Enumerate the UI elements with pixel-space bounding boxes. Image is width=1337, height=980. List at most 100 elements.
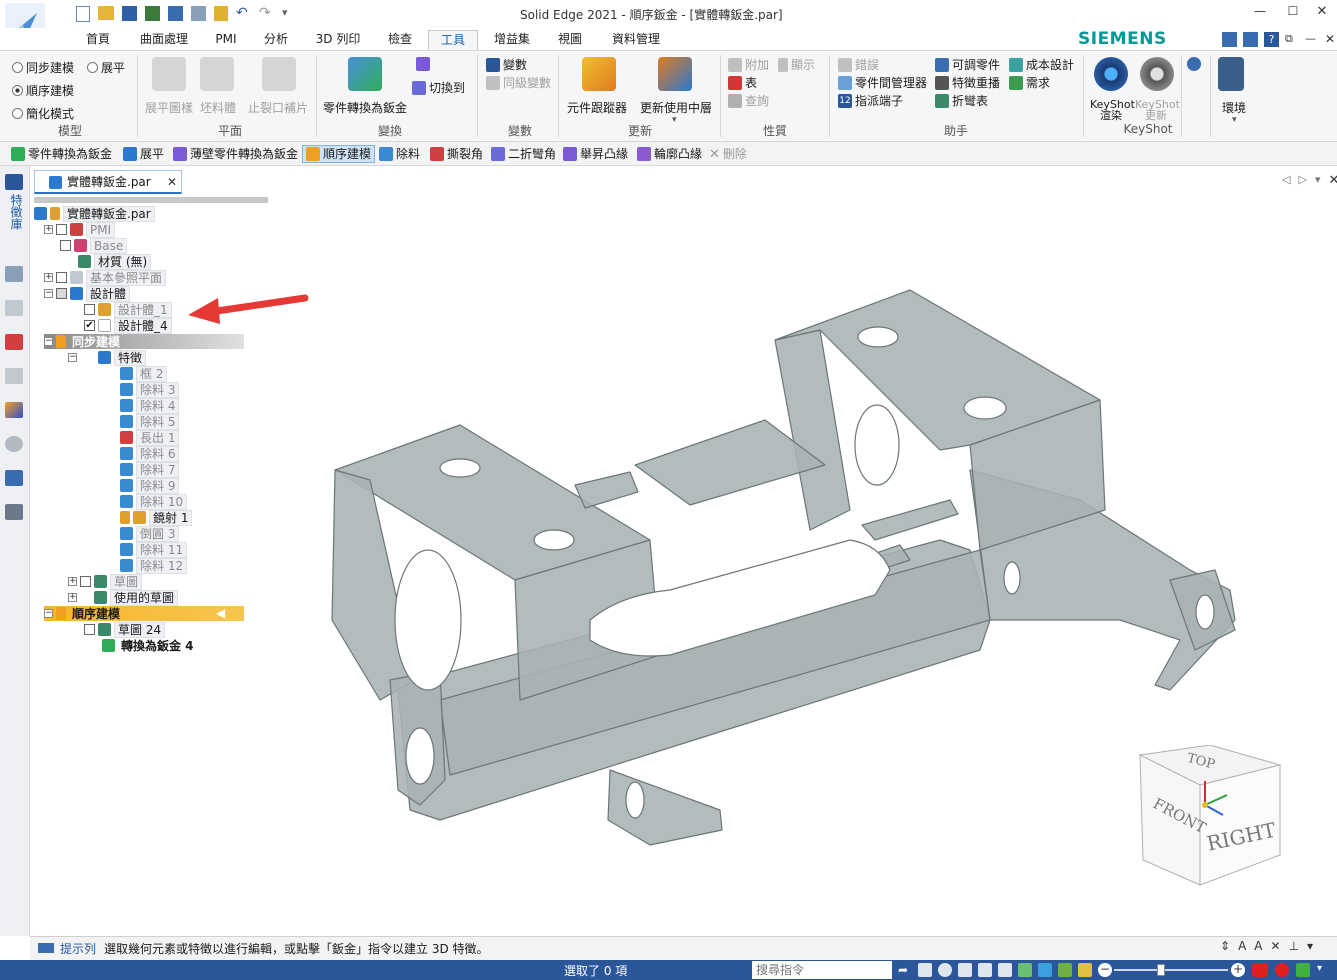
collapse-icon[interactable]: − <box>44 289 53 298</box>
tree-feature-mirror-1[interactable]: 鏡射 1 <box>120 509 193 526</box>
tree-feature-frame-2[interactable]: 框 2 <box>120 365 168 382</box>
zoom-slider-track[interactable] <box>1114 969 1228 971</box>
arrow-tool-icon[interactable]: ➦ <box>898 963 912 977</box>
end-marker-icon[interactable]: ◀ <box>216 606 225 620</box>
scroll-right-icon[interactable]: ▷ <box>1298 173 1306 188</box>
radio-sync-modeling[interactable]: 同步建模 <box>12 59 74 76</box>
tab-4[interactable] <box>861 499 959 541</box>
open-icon[interactable] <box>98 6 114 20</box>
grid-icon[interactable] <box>5 368 23 384</box>
bottom-tab[interactable] <box>607 769 723 846</box>
collapse-icon[interactable]: − <box>44 337 53 346</box>
menu-icon[interactable]: ▾ <box>1307 939 1313 953</box>
tab-inspect[interactable]: 檢查 <box>378 30 422 50</box>
flat-pattern-icon[interactable] <box>152 57 186 91</box>
component-tracker-button[interactable]: 元件跟蹤器 <box>567 99 627 116</box>
close-button[interactable]: ✕ <box>1312 4 1332 19</box>
graphics-window[interactable]: TOP FRONT RIGHT <box>290 200 1337 936</box>
tab-pmi[interactable]: PMI <box>206 30 246 50</box>
fit-icon[interactable] <box>958 963 972 977</box>
visibility-checkbox[interactable] <box>56 224 67 235</box>
cmd-rip-corner[interactable]: 撕裂角 <box>427 145 486 163</box>
environment-icon[interactable] <box>1218 57 1244 91</box>
tree-design-body-1[interactable]: 設計體_1 <box>84 301 172 318</box>
visibility-checkbox[interactable] <box>60 240 71 251</box>
part-to-sheet-metal-icon[interactable] <box>348 57 382 91</box>
cmd-lofted-flange[interactable]: 舉昇凸緣 <box>560 145 631 163</box>
tree-ordered-modeling[interactable]: − 順序建模 ◀ <box>44 606 244 621</box>
environment-dropdown-icon[interactable]: ▾ <box>1232 115 1237 125</box>
minimize-button[interactable]: — <box>1250 4 1270 18</box>
flat-pattern-button[interactable]: 展平圖樣 <box>145 99 193 116</box>
keyshot-render-button[interactable]: KeyShot 渲染 <box>1090 99 1135 121</box>
tree-convert-to-sheet-metal[interactable]: 轉換為鈑金 4 <box>102 638 197 653</box>
view-orient-icon[interactable] <box>1018 963 1032 977</box>
variables-button[interactable]: 變數 <box>486 56 527 73</box>
close-prompt-icon[interactable]: ✕ <box>1271 939 1281 953</box>
back-u-left-wall[interactable] <box>774 329 851 531</box>
youtube-icon[interactable] <box>1252 963 1268 977</box>
keyshot-render-icon[interactable] <box>1094 57 1128 91</box>
update-active-layer-button[interactable]: 更新使用中層 <box>640 99 712 116</box>
ribbon-close-icon[interactable]: ✕ <box>1325 32 1337 47</box>
tree-feature-cutout-7[interactable]: 除料 7 <box>120 461 180 478</box>
tree-feature-cutout-12[interactable]: 除料 12 <box>120 557 188 574</box>
view-icon[interactable] <box>5 470 23 486</box>
adjustable-part-button[interactable]: 可調零件 <box>935 56 1000 73</box>
ribbon-minimize-icon[interactable]: — <box>1305 32 1319 47</box>
expand-icon[interactable]: + <box>68 577 77 586</box>
color-icon[interactable] <box>5 402 23 418</box>
feature-library-label[interactable]: 特徵庫 <box>8 194 23 230</box>
tree-used-sketch[interactable]: + 使用的草圖 <box>68 589 179 606</box>
keyshot-update-icon[interactable] <box>1140 57 1174 91</box>
tree-sketch-24[interactable]: 草圖 24 <box>84 621 166 638</box>
tab-home[interactable]: 首頁 <box>74 30 122 50</box>
tree-design-body[interactable]: − 設計體 <box>44 285 131 302</box>
feature-playback-button[interactable]: 特徵重播 <box>935 74 1000 91</box>
cmd-delete[interactable]: ✕ 刪除 <box>706 145 750 163</box>
expand-icon[interactable]: + <box>44 225 53 234</box>
visibility-checkbox[interactable] <box>56 272 67 283</box>
tree-feature-cutout-3[interactable]: 除料 3 <box>120 381 180 398</box>
zoom-out-icon[interactable]: − <box>1098 963 1112 977</box>
requirements-button[interactable]: 需求 <box>1009 74 1050 91</box>
pin-icon[interactable]: ⊥ <box>1289 939 1299 953</box>
properties-icon[interactable] <box>168 6 183 21</box>
scroll-icon[interactable]: ⇕ <box>1220 939 1230 953</box>
tree-feature-cutout-9[interactable]: 除料 9 <box>120 477 180 494</box>
environment-button[interactable]: 環境 <box>1222 99 1246 116</box>
display-icon[interactable] <box>1078 963 1092 977</box>
shading-icon[interactable] <box>1038 963 1052 977</box>
tree-root[interactable]: 實體轉鈑金.par <box>34 205 155 222</box>
component-tracker-icon[interactable] <box>582 57 616 91</box>
blank-body-button[interactable]: 坯料體 <box>200 99 236 116</box>
attach-button[interactable]: 附加 <box>728 56 769 73</box>
tab-surfacing[interactable]: 曲面處理 <box>133 30 195 50</box>
bend-table-button[interactable]: 折彎表 <box>935 92 988 109</box>
cmd-contour-flange[interactable]: 輪廓凸緣 <box>634 145 705 163</box>
tree-feature-cutout-5[interactable]: 除料 5 <box>120 413 180 430</box>
switch-to-button[interactable]: 切換到 <box>412 79 465 96</box>
query-button[interactable]: 查詢 <box>728 92 769 109</box>
keyshot-update-button[interactable]: KeyShot 更新 <box>1135 99 1180 121</box>
tree-pmi[interactable]: + PMI <box>44 221 116 238</box>
redo-icon[interactable]: ↷ <box>259 6 274 21</box>
tab-analysis[interactable]: 分析 <box>254 30 298 50</box>
inter-part-manager-button[interactable]: 零件間管理器 <box>838 74 927 91</box>
notes-icon[interactable] <box>214 6 228 21</box>
help-icon[interactable]: ? <box>1264 32 1279 47</box>
render-icon[interactable] <box>1058 963 1072 977</box>
assign-terminal-button[interactable]: 12 指派端子 <box>838 92 903 109</box>
radio-simplified-mode[interactable]: 簡化模式 <box>12 105 74 122</box>
scroll-left-icon[interactable]: ◁ <box>1282 173 1290 188</box>
font-down-icon[interactable]: A <box>1254 939 1262 953</box>
restore-icon[interactable]: ⧉ <box>1285 32 1299 47</box>
tab-3d-print[interactable]: 3D 列印 <box>308 30 368 50</box>
expand-icon[interactable]: + <box>44 273 53 282</box>
customize-icon[interactable]: ▾ <box>282 6 297 21</box>
collapse-icon[interactable]: − <box>68 353 77 362</box>
tree-feature-cutout-11[interactable]: 除料 11 <box>120 541 188 558</box>
tree-sync-modeling[interactable]: − 同步建模 <box>44 334 244 349</box>
tree-design-body-4[interactable]: ✔ 設計體_4 <box>84 317 172 334</box>
cost-design-button[interactable]: 成本設計 <box>1009 56 1074 73</box>
